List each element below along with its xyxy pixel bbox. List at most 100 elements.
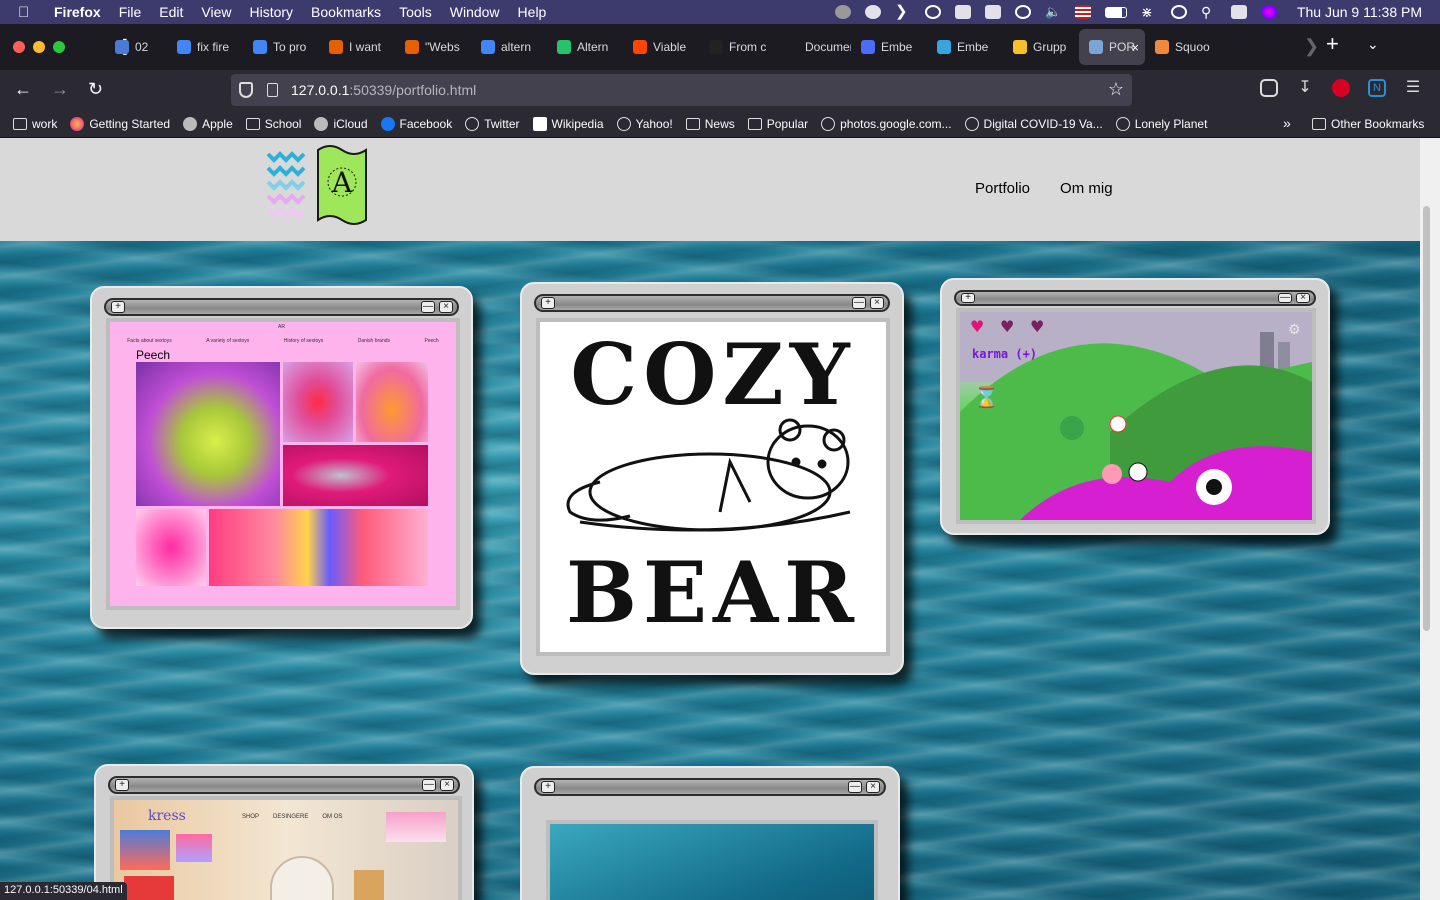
status-circle-icon[interactable] bbox=[834, 5, 851, 19]
tab-scroll-right-icon[interactable]: ❯ bbox=[1304, 36, 1319, 57]
time-machine-icon[interactable] bbox=[1170, 5, 1187, 19]
zoom-window-button[interactable] bbox=[53, 41, 65, 53]
volume-icon[interactable]: 🔈 bbox=[1045, 5, 1061, 19]
bookmark-item[interactable]: Facebook bbox=[380, 116, 452, 131]
browser-tab[interactable]: POR × bbox=[1079, 29, 1145, 65]
siri-icon[interactable] bbox=[1260, 5, 1277, 19]
bookmark-item[interactable]: Popular bbox=[747, 117, 808, 131]
tab-favicon-icon bbox=[177, 40, 191, 54]
minimize-window-button[interactable] bbox=[33, 41, 45, 53]
browser-tab[interactable]: altern bbox=[471, 29, 547, 65]
list-all-tabs-button[interactable]: ⌄ bbox=[1367, 36, 1379, 53]
browser-tab[interactable]: Altern bbox=[547, 29, 623, 65]
url-text[interactable]: 127.0.0.1:50339/portfolio.html bbox=[291, 82, 476, 98]
browser-tab[interactable]: Embe bbox=[851, 29, 927, 65]
sync-icon[interactable] bbox=[924, 5, 941, 19]
browser-tab[interactable]: 02 bbox=[105, 29, 167, 65]
app-menu-icon[interactable]: ☰ bbox=[1404, 79, 1422, 97]
tracking-protection-shield-icon[interactable] bbox=[239, 82, 253, 98]
heart-icon: ♥ bbox=[1030, 317, 1044, 336]
page-scrollbar[interactable] bbox=[1420, 138, 1440, 900]
site-logo[interactable]: A bbox=[266, 142, 370, 230]
wifi-icon[interactable]: ⋇ bbox=[1141, 5, 1157, 19]
menu-tools[interactable]: Tools bbox=[399, 4, 432, 20]
bookmark-item[interactable]: photos.google.com... bbox=[821, 116, 952, 131]
reload-button[interactable]: ↻ bbox=[88, 79, 103, 100]
peech-preview: AR Facts about sextoys A variety of sext… bbox=[106, 318, 460, 610]
browser-tab[interactable]: Squoo bbox=[1145, 29, 1221, 65]
other-bookmarks-folder[interactable]: Other Bookmarks bbox=[1312, 117, 1424, 131]
browser-tab[interactable]: Viable bbox=[623, 29, 699, 65]
scrollbar-thumb[interactable] bbox=[1423, 206, 1430, 631]
apple-menu-icon[interactable]:  bbox=[18, 4, 38, 21]
menu-file[interactable]: File bbox=[119, 4, 142, 20]
bookmark-star-icon[interactable]: ☆ bbox=[1108, 79, 1124, 100]
browser-tab[interactable]: Grupp bbox=[1003, 29, 1079, 65]
page-info-icon[interactable] bbox=[267, 83, 278, 97]
menu-bookmarks[interactable]: Bookmarks bbox=[311, 4, 381, 20]
forward-button[interactable]: → bbox=[51, 79, 69, 100]
control-center-icon[interactable] bbox=[1230, 5, 1247, 19]
battery-icon[interactable] bbox=[1104, 6, 1127, 18]
bookmark-item[interactable]: Apple bbox=[183, 116, 233, 131]
browser-tab[interactable]: fix fire bbox=[167, 29, 243, 65]
browser-tab[interactable]: To pro bbox=[243, 29, 319, 65]
us-flag-icon[interactable] bbox=[1074, 5, 1091, 19]
tab-title: From c bbox=[729, 40, 767, 54]
nav-link-portfolio[interactable]: Portfolio bbox=[975, 180, 1030, 197]
browser-tab[interactable]: "Webs bbox=[395, 29, 471, 65]
bookmark-item[interactable]: Yahoo! bbox=[616, 116, 673, 131]
play-icon[interactable] bbox=[1014, 5, 1031, 19]
peech-photo-grid bbox=[136, 362, 428, 586]
peech-title: Peech bbox=[136, 348, 171, 362]
bookmark-label: Lonely Planet bbox=[1134, 116, 1208, 131]
bookmark-item[interactable]: Lonely Planet bbox=[1115, 116, 1208, 131]
more-bookmarks-chevron-icon[interactable]: » bbox=[1283, 115, 1291, 131]
bear-word: BEAR bbox=[566, 543, 860, 642]
back-button[interactable]: ← bbox=[14, 79, 32, 100]
menubar-clock[interactable]: Thu Jun 9 11:38 PM bbox=[1297, 4, 1422, 20]
bookmark-item[interactable]: Twitter bbox=[465, 116, 520, 131]
downloads-icon[interactable]: ↧ bbox=[1296, 79, 1314, 97]
pig-character bbox=[1102, 464, 1122, 484]
cozy-bear-preview: COZY BEAR bbox=[536, 318, 890, 656]
nav-link-om-mig[interactable]: Om mig bbox=[1060, 180, 1113, 197]
pocket-icon[interactable] bbox=[1260, 79, 1278, 97]
browser-tab[interactable]: Document bbox=[775, 29, 851, 65]
photo-orange-toy bbox=[356, 362, 428, 442]
bookmark-item[interactable]: School bbox=[245, 117, 301, 131]
bookmark-item[interactable]: Getting Started bbox=[70, 116, 170, 131]
portfolio-card-water[interactable]: + — × bbox=[520, 766, 900, 900]
menu-window[interactable]: Window bbox=[450, 4, 500, 20]
close-window-button[interactable] bbox=[13, 41, 25, 53]
creative-cloud-icon[interactable] bbox=[864, 5, 881, 19]
url-bar[interactable]: 127.0.0.1:50339/portfolio.html ☆ bbox=[231, 74, 1132, 106]
chevron-status-icon[interactable]: ❯ bbox=[895, 4, 911, 19]
menu-history[interactable]: History bbox=[249, 4, 293, 20]
menu-edit[interactable]: Edit bbox=[159, 4, 183, 20]
browser-tab[interactable]: I want bbox=[319, 29, 395, 65]
menu-help[interactable]: Help bbox=[518, 4, 547, 20]
bookmark-label: work bbox=[32, 116, 58, 131]
menu-app-name[interactable]: Firefox bbox=[54, 4, 101, 20]
bookmark-item[interactable]: News bbox=[685, 117, 735, 131]
portfolio-card-peech[interactable]: + — × AR Facts about sextoys A variety o… bbox=[90, 286, 473, 629]
menu-view[interactable]: View bbox=[201, 4, 231, 20]
portfolio-card-cozy-bear[interactable]: + — × COZY BEAR bbox=[520, 282, 904, 675]
portfolio-card-karma-game[interactable]: + — × ♥ ♥ ♥ ⚙ karma (+) ⌛ bbox=[940, 278, 1330, 535]
bookmark-item[interactable]: Wikipedia bbox=[532, 116, 604, 131]
spotlight-search-icon[interactable]: ⚲ bbox=[1201, 5, 1217, 19]
malwarebytes-icon[interactable] bbox=[954, 5, 971, 19]
globe-icon bbox=[616, 116, 631, 131]
close-tab-icon[interactable]: × bbox=[1131, 40, 1139, 55]
bookmark-item[interactable]: iCloud bbox=[314, 116, 368, 131]
new-tab-button[interactable]: + bbox=[1326, 31, 1339, 57]
n-extension-icon[interactable]: N bbox=[1368, 79, 1386, 97]
bed-icon[interactable] bbox=[984, 5, 1001, 19]
browser-tab[interactable]: Embe bbox=[927, 29, 1003, 65]
ublock-extension-icon[interactable] bbox=[1332, 79, 1350, 97]
bookmark-item[interactable]: work bbox=[13, 117, 57, 131]
bookmark-item[interactable]: Digital COVID-19 Va... bbox=[964, 116, 1103, 131]
portfolio-card-kress[interactable]: + — × kress SHOP DESINGERE OM OS bbox=[94, 764, 474, 900]
browser-tab[interactable]: From c bbox=[699, 29, 775, 65]
